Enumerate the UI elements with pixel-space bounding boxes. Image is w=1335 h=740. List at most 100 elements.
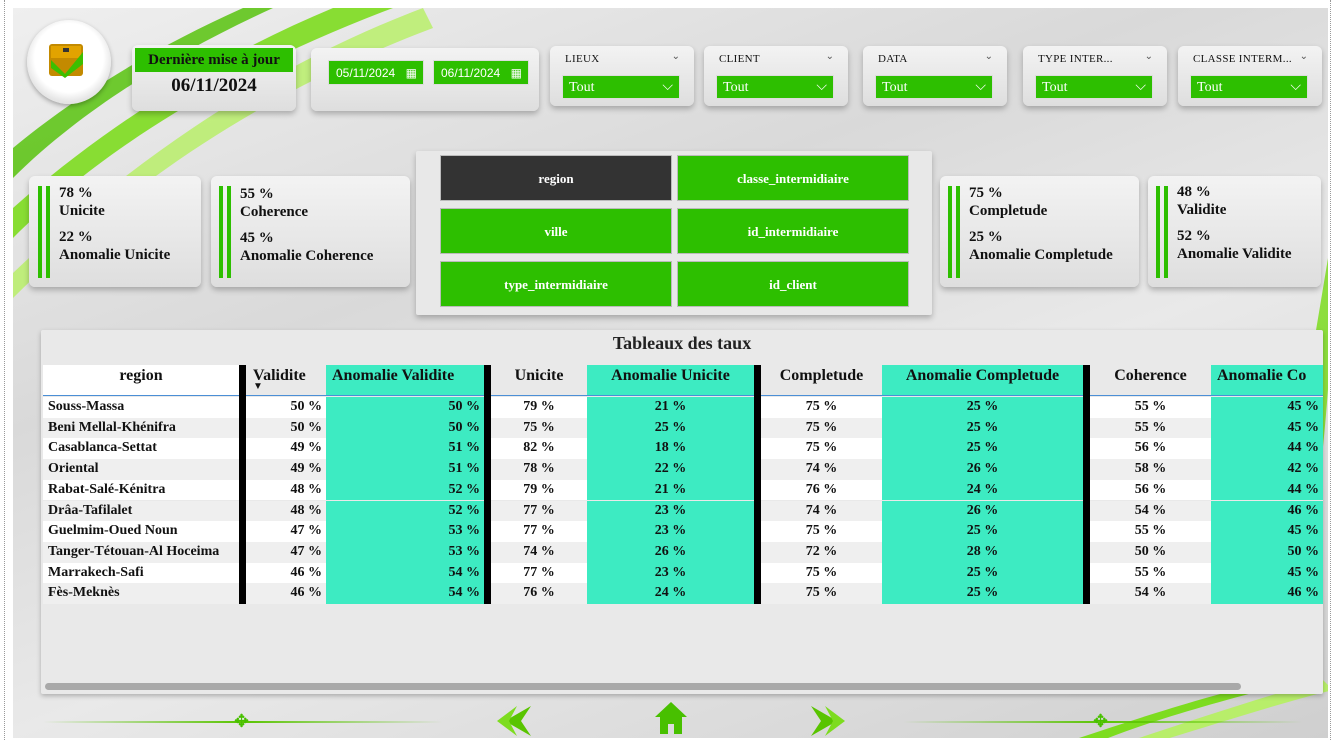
accent-bar xyxy=(227,186,231,278)
accent-bar xyxy=(46,186,50,278)
cell-region: Rabat-Salé-Kénitra xyxy=(43,479,239,501)
slicer-type-value: Tout xyxy=(1042,80,1068,95)
dimension-button-ville[interactable]: ville xyxy=(440,208,672,254)
cell-region: Fès-Meknès xyxy=(43,583,239,604)
cell-coherence: 55 % xyxy=(1090,521,1211,542)
chevron-down-icon[interactable]: ⌄ xyxy=(672,51,680,62)
cell-completude: 75 % xyxy=(761,438,882,460)
column-separator xyxy=(239,365,246,604)
cell-anomalie-validite: 54 % xyxy=(326,562,484,584)
header-coherence[interactable]: Coherence xyxy=(1090,365,1211,395)
chevron-down-icon[interactable]: ⌄ xyxy=(1145,51,1153,62)
cell-anomalie-completude: 26 % xyxy=(882,459,1083,480)
cell-coherence: 55 % xyxy=(1090,397,1211,418)
cell-validite: 50 % xyxy=(246,397,326,418)
column-separator xyxy=(484,365,491,604)
calendar-icon[interactable]: ▦ xyxy=(511,61,522,86)
header-region[interactable]: region xyxy=(43,365,239,395)
rates-table-panel: Tableaux des taux region Validite Anomalie… xyxy=(41,330,1323,694)
table-row[interactable]: Casablanca-Settat 49 % 51 % 82 % 18 % 75 % 25 … xyxy=(43,438,1323,460)
home-icon[interactable] xyxy=(653,700,689,736)
table-row[interactable]: Guelmim-Oued Noun 47 % 53 % 77 % 23 % 75 % 25 … xyxy=(43,521,1323,542)
chevron-down-icon[interactable]: ⌄ xyxy=(985,51,993,62)
table-row[interactable]: Souss-Massa 50 % 50 % 79 % 21 % 75 % 25 % 55 % 4… xyxy=(43,397,1323,418)
slicer-type-dropdown[interactable]: Tout ⌵ xyxy=(1035,75,1153,99)
dimension-button-id-intermidiaire[interactable]: id_intermidiaire xyxy=(677,208,909,254)
slicer-data: DATA ⌄ Tout ⌵ xyxy=(863,46,1007,106)
kpi-completude-label: Completude xyxy=(969,203,1048,219)
cell-anomalie-validite: 50 % xyxy=(326,397,484,418)
cell-validite: 47 % xyxy=(246,541,326,563)
cell-completude: 74 % xyxy=(761,459,882,480)
slicer-data-dropdown[interactable]: Tout ⌵ xyxy=(875,75,993,99)
table-title: Tableaux des taux xyxy=(612,333,752,353)
cell-completude: 75 % xyxy=(761,583,882,604)
table-row[interactable]: Drâa-Tafilalet 48 % 52 % 77 % 23 % 74 % 26 % 54… xyxy=(43,500,1323,522)
dimension-button-classe-intermidiaire[interactable]: classe_intermidiaire xyxy=(677,155,909,201)
cell-anomalie-unicite: 18 % xyxy=(587,438,754,460)
kpi-anomalie-validite-label: Anomalie Validite xyxy=(1177,246,1292,262)
date-from-input[interactable]: 05/11/2024 ▦ xyxy=(328,60,424,85)
cell-region: Casablanca-Settat xyxy=(43,438,239,460)
slicer-lieux-dropdown[interactable]: Tout ⌵ xyxy=(562,75,680,99)
cell-anomalie-validite: 54 % xyxy=(326,583,484,604)
cell-anomalie-coherence: 44 % xyxy=(1211,438,1323,460)
table-row[interactable]: Marrakech-Safi 46 % 54 % 77 % 23 % 75 % 25 % 55… xyxy=(43,562,1323,584)
header-anomalie-unicite[interactable]: Anomalie Unicite xyxy=(587,365,754,395)
cell-anomalie-unicite: 24 % xyxy=(587,583,754,604)
chevron-down-icon[interactable]: ⌄ xyxy=(826,51,834,62)
slicer-classe-dropdown[interactable]: Tout ⌵ xyxy=(1190,75,1308,99)
slicer-client-value: Tout xyxy=(723,80,749,95)
cell-validite: 48 % xyxy=(246,479,326,501)
cell-anomalie-unicite: 23 % xyxy=(587,521,754,542)
cell-unicite: 76 % xyxy=(491,583,587,604)
cell-anomalie-completude: 25 % xyxy=(882,397,1083,418)
slicer-client-dropdown[interactable]: Tout ⌵ xyxy=(716,75,834,99)
dimension-button-region[interactable]: region xyxy=(440,155,672,201)
table-header-row: region Validite Anomalie Validite Unicite An… xyxy=(43,365,1323,395)
date-to-input[interactable]: 06/11/2024 ▦ xyxy=(433,60,529,85)
table-row[interactable]: Oriental 49 % 51 % 78 % 22 % 74 % 26 % 58 % 42 % xyxy=(43,459,1323,480)
calendar-icon[interactable]: ▦ xyxy=(406,61,417,86)
dimension-button-type-intermidiaire[interactable]: type_intermidiaire xyxy=(440,261,672,307)
dimension-button-id-client[interactable]: id_client xyxy=(677,261,909,307)
arrow-left-icon[interactable] xyxy=(495,704,533,738)
kpi-anomalie-unicite-label: Anomalie Unicite xyxy=(59,247,171,263)
kpi-completude-value: 75 % xyxy=(969,185,1003,201)
cell-completude: 75 % xyxy=(761,397,882,418)
kpi-unicite-value: 78 % xyxy=(59,185,93,201)
cube-logo-icon xyxy=(49,44,83,78)
cell-anomalie-unicite: 21 % xyxy=(587,479,754,501)
cell-anomalie-coherence: 45 % xyxy=(1211,417,1323,439)
table-row[interactable]: Rabat-Salé-Kénitra 48 % 52 % 79 % 21 % 76 % 24… xyxy=(43,479,1323,501)
kpi-anomalie-coherence-value: 45 % xyxy=(240,230,274,246)
date-from-value: 05/11/2024 xyxy=(336,66,396,80)
cell-anomalie-coherence: 46 % xyxy=(1211,500,1323,522)
slicer-client: CLIENT ⌄ Tout ⌵ xyxy=(704,46,848,106)
cell-coherence: 58 % xyxy=(1090,459,1211,480)
table-row[interactable]: Tanger-Tétouan-Al Hoceima 47 % 53 % 74 % 26 … xyxy=(43,541,1323,563)
cell-completude: 74 % xyxy=(761,500,882,522)
last-update-label: Dernière mise à jour xyxy=(135,48,293,72)
sort-descending-icon[interactable]: ▼ xyxy=(253,381,263,393)
cell-completude: 75 % xyxy=(761,562,882,584)
slicer-lieux-value: Tout xyxy=(569,80,595,95)
table-row[interactable]: Fès-Meknès 46 % 54 % 76 % 24 % 75 % 25 % 54 % 46… xyxy=(43,583,1323,604)
header-anomalie-completude[interactable]: Anomalie Completude xyxy=(882,365,1083,395)
header-unicite[interactable]: Unicite xyxy=(491,365,587,395)
chevron-down-icon: ⌵ xyxy=(1135,79,1146,94)
arrow-right-icon[interactable] xyxy=(809,704,847,738)
header-anomalie-coherence[interactable]: Anomalie Co xyxy=(1211,365,1323,395)
header-completude[interactable]: Completude xyxy=(761,365,882,395)
cell-anomalie-unicite: 23 % xyxy=(587,562,754,584)
column-separator xyxy=(754,365,761,604)
table-row[interactable]: Beni Mellal-Khénifra 50 % 50 % 75 % 25 % 75 %… xyxy=(43,417,1323,439)
slicer-classe-value: Tout xyxy=(1197,80,1223,95)
cell-anomalie-coherence: 45 % xyxy=(1211,562,1323,584)
kpi-coherence-value: 55 % xyxy=(240,186,274,202)
chevron-down-icon[interactable]: ⌄ xyxy=(1300,51,1308,62)
horizontal-scrollbar[interactable] xyxy=(45,683,1241,690)
cell-anomalie-validite: 51 % xyxy=(326,438,484,460)
header-anomalie-validite[interactable]: Anomalie Validite xyxy=(326,365,484,395)
cell-validite: 50 % xyxy=(246,417,326,439)
